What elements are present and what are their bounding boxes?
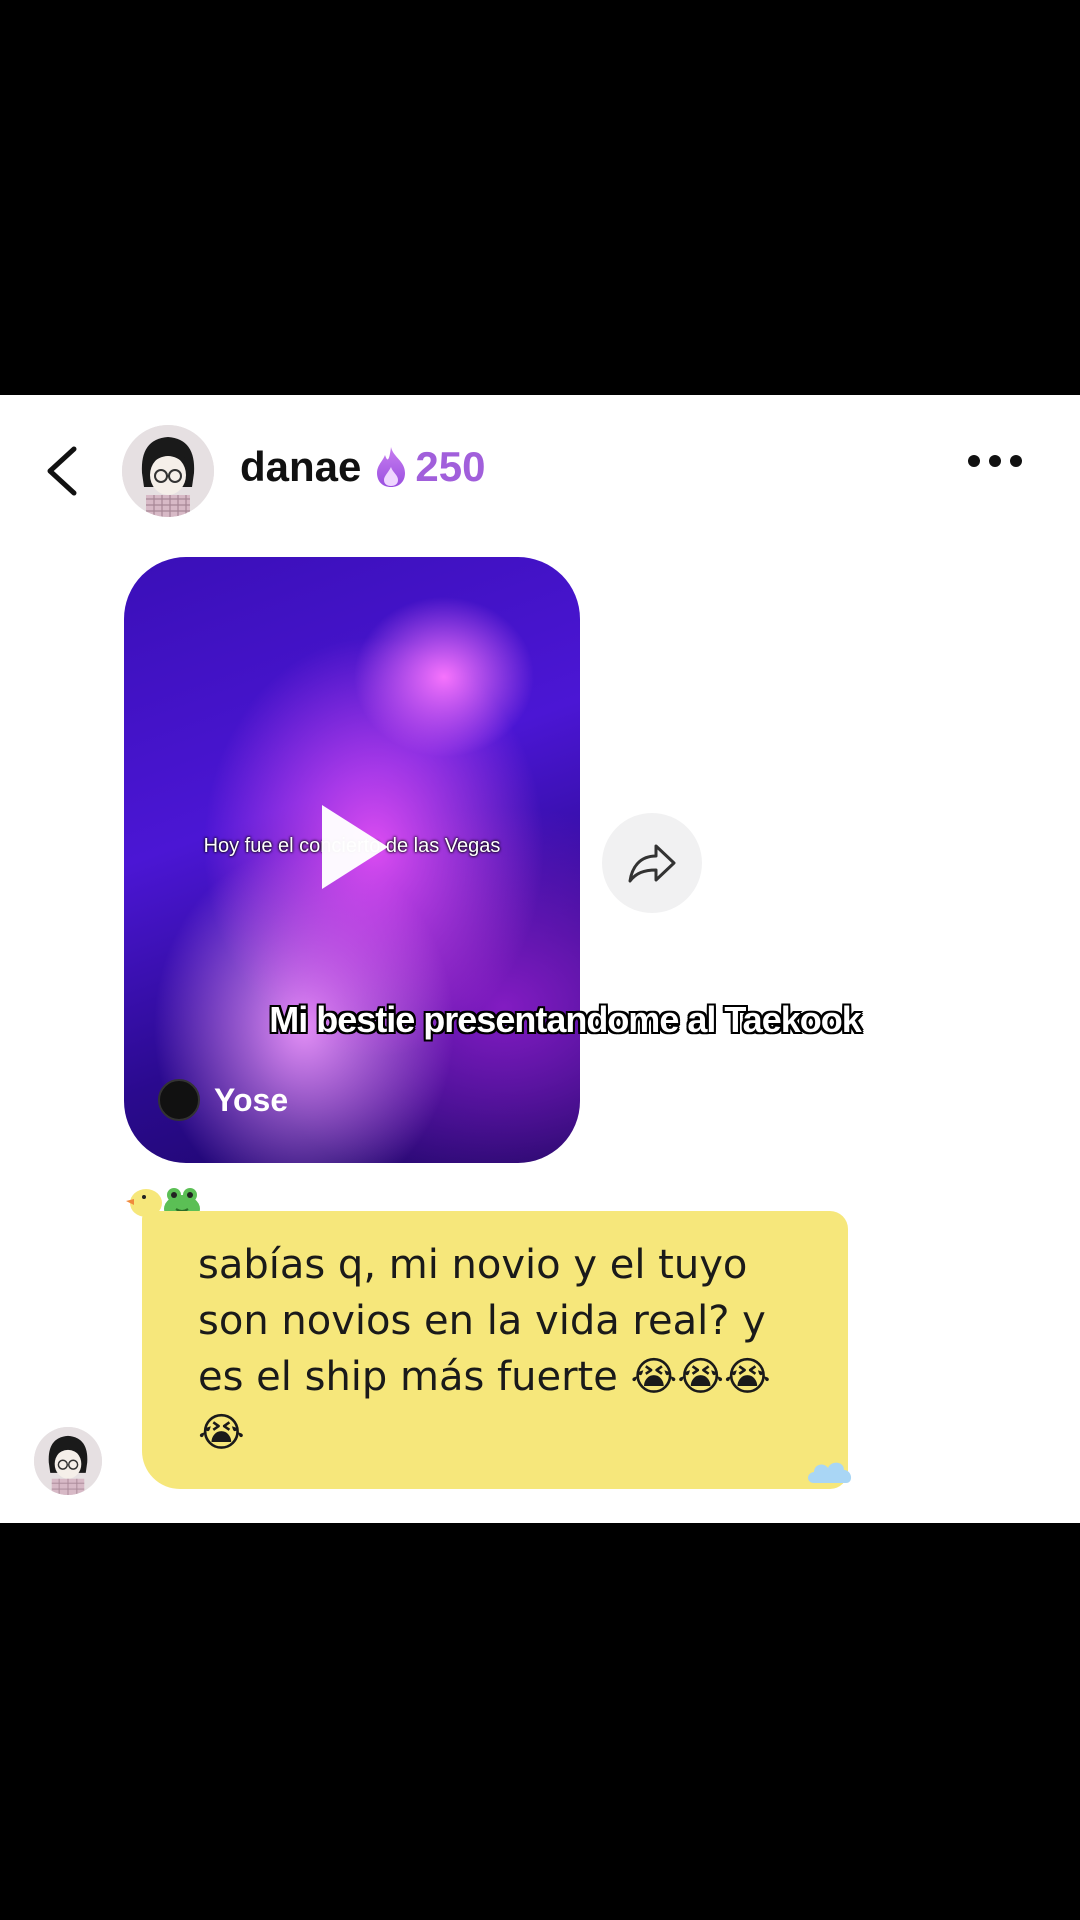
- author-avatar: [158, 1079, 200, 1121]
- sender-avatar[interactable]: [34, 1427, 102, 1495]
- avatar-illustration: [34, 1427, 102, 1495]
- cloud-sticker: [804, 1453, 856, 1490]
- dot-icon: [1010, 455, 1022, 467]
- message-bubble[interactable]: sabías q, mi novio y el tuyo son novios …: [142, 1211, 848, 1489]
- author-name: Yose: [214, 1081, 289, 1118]
- share-arrow-icon: [628, 844, 676, 883]
- chevron-left-icon: [47, 446, 77, 496]
- username: danae: [240, 443, 362, 490]
- cloud-icon: [808, 1462, 852, 1483]
- play-icon[interactable]: [322, 805, 388, 889]
- more-options-button[interactable]: [968, 455, 1022, 467]
- back-button[interactable]: [40, 445, 88, 497]
- avatar-illustration: [122, 425, 214, 517]
- message-text: sabías q, mi novio y el tuyo son novios …: [198, 1242, 771, 1456]
- streak-count: 250: [415, 443, 486, 490]
- dot-icon: [968, 455, 980, 467]
- overlay-caption: Mi bestie presentandome al Taekook: [269, 999, 862, 1040]
- chat-header-title[interactable]: danae 250: [240, 437, 485, 497]
- flame-icon: [377, 447, 406, 487]
- streak-badge: 250: [373, 443, 485, 491]
- avatar[interactable]: [122, 425, 214, 517]
- share-button[interactable]: [602, 813, 702, 913]
- chat-screen: danae 250 Hoy fue el concierto de las Ve…: [0, 395, 1080, 1523]
- shared-video[interactable]: Hoy fue el concierto de las Vegas Yose: [124, 557, 580, 1163]
- dot-icon: [989, 455, 1001, 467]
- video-author[interactable]: Yose: [158, 1079, 288, 1121]
